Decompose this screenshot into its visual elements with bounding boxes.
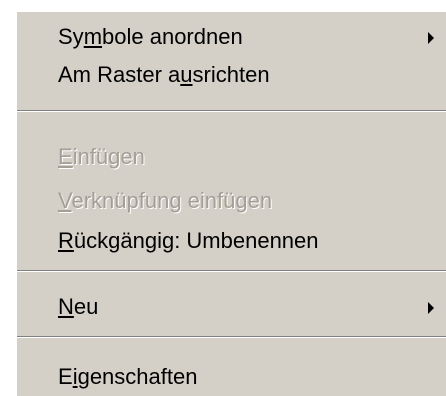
menu-item-label: Rückgängig: Umbenennen [58, 228, 319, 253]
menu-separator [17, 336, 446, 338]
menu-item-label: Am Raster ausrichten [58, 62, 270, 87]
menu-item-label: Verknüpfung einfügen [58, 188, 273, 213]
menu-item-properties[interactable]: Eigenschaften [17, 358, 446, 396]
menu-separator [17, 110, 446, 112]
menu-item-paste-shortcut: Verknüpfung einfügen [17, 182, 446, 220]
menu-item-label: Einfügen [58, 144, 145, 169]
menu-item-new[interactable]: Neu [17, 288, 446, 326]
menu-separator [17, 270, 446, 272]
menu-item-paste: Einfügen [17, 138, 446, 176]
submenu-arrow-icon [428, 302, 434, 314]
submenu-arrow-icon [428, 32, 434, 44]
menu-item-label: Eigenschaften [58, 364, 198, 389]
menu-item-arrange-icons[interactable]: Symbole anordnen [17, 18, 446, 56]
menu-item-label: Neu [58, 294, 99, 319]
menu-item-align-to-grid[interactable]: Am Raster ausrichten [17, 56, 446, 94]
context-menu: Symbole anordnen Am Raster ausrichten Ei… [15, 10, 446, 396]
menu-item-undo-rename[interactable]: Rückgängig: Umbenennen [17, 222, 446, 260]
menu-item-label: Symbole anordnen [58, 24, 243, 49]
